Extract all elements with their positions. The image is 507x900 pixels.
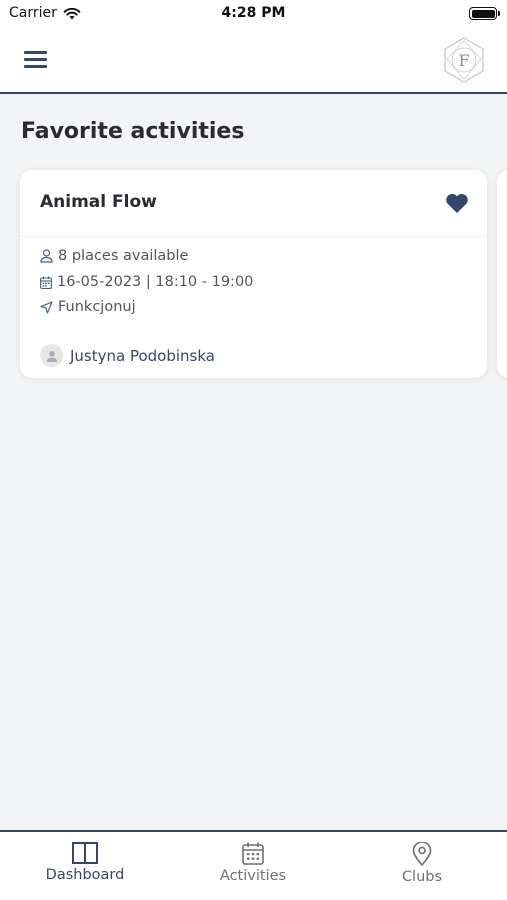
user-icon — [46, 350, 57, 362]
tab-label-clubs: Clubs — [401, 869, 443, 885]
instructor-link[interactable]: Justyna Podobinska — [40, 344, 215, 367]
tab-label-activities: Activities — [219, 868, 287, 884]
page-title: Favorite activities — [21, 119, 245, 144]
avatar — [40, 344, 63, 367]
club-logo: F — [444, 37, 484, 83]
places-row: 8 places available — [40, 248, 188, 264]
tab-bar: Dashboard Activities Clubs — [0, 830, 507, 900]
activity-card[interactable]: Animal Flow 8 places available 16-05-202… — [20, 170, 487, 378]
tab-dashboard[interactable]: Dashboard — [15, 842, 155, 883]
places-available: 8 places available — [58, 248, 189, 264]
heart-icon[interactable] — [445, 192, 469, 214]
status-bar: Carrier 4:28 PM — [0, 0, 507, 28]
person-icon — [40, 249, 53, 263]
logo-letter: F — [458, 51, 469, 70]
location-pin-icon — [412, 842, 432, 866]
activity-title: Animal Flow — [40, 192, 157, 212]
card-divider — [20, 236, 487, 237]
navigation-arrow-icon — [40, 300, 53, 314]
club-row: Funkcjonuj — [40, 299, 136, 315]
app-header: F — [0, 28, 507, 94]
tab-label-dashboard: Dashboard — [45, 867, 125, 883]
tab-clubs[interactable]: Clubs — [352, 842, 492, 885]
battery-icon — [469, 7, 500, 20]
menu-button[interactable] — [24, 50, 48, 68]
instructor-name: Justyna Podobinska — [70, 346, 215, 365]
calendar-small-icon — [40, 276, 52, 289]
date-row: 16-05-2023 | 18:10 - 19:00 — [40, 274, 253, 290]
club-name: Funkcjonuj — [58, 299, 136, 315]
activity-datetime: 16-05-2023 | 18:10 - 19:00 — [57, 274, 254, 290]
status-time: 4:28 PM — [221, 5, 286, 21]
next-activity-card[interactable] — [497, 170, 507, 378]
tab-activities[interactable]: Activities — [183, 842, 323, 884]
dashboard-icon — [72, 842, 98, 864]
calendar-icon — [242, 842, 264, 865]
